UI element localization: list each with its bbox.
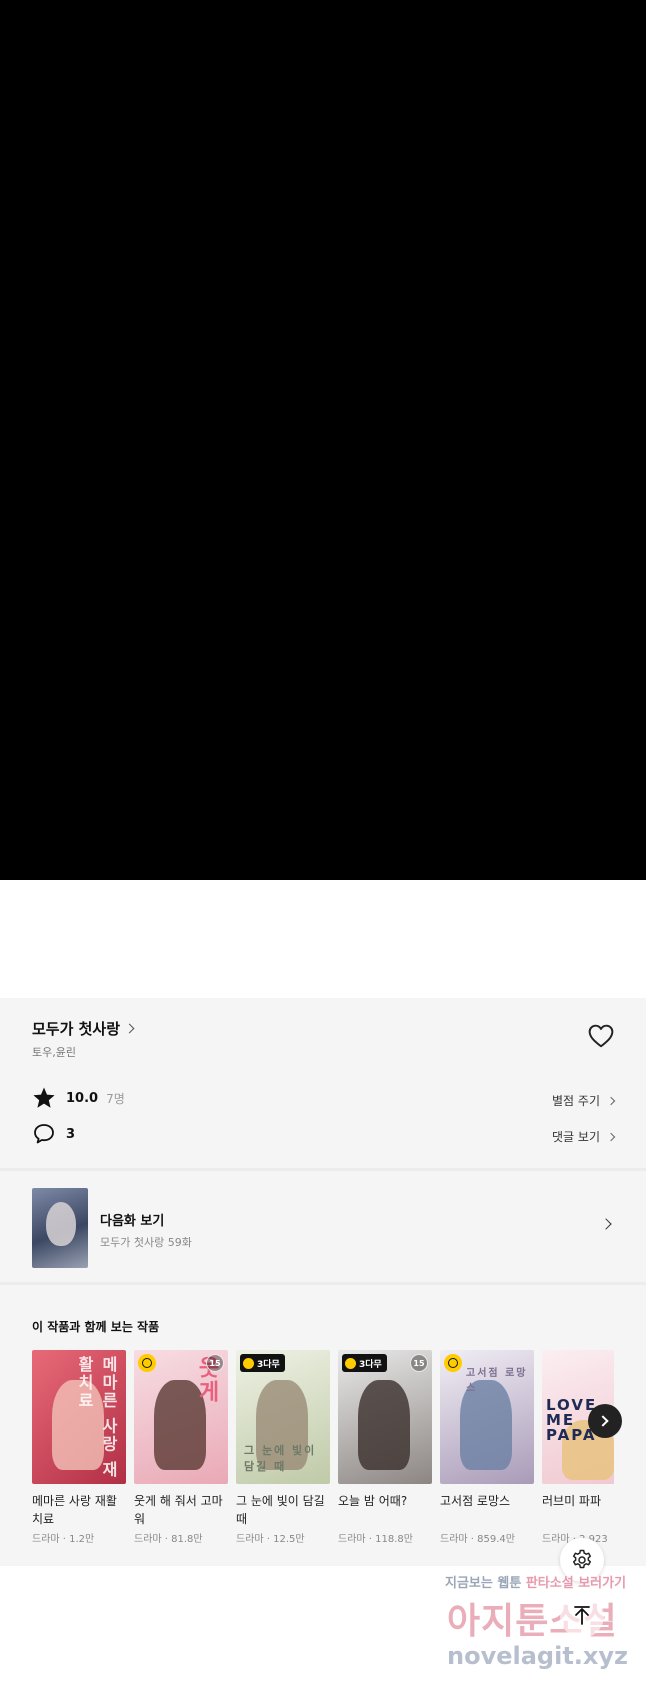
recommendations-heading: 이 작품과 함께 보는 작품 — [32, 1320, 160, 1334]
recommendation-item[interactable]: LOVE ME PAPA 러브미 파파 드라마 · 2,923 — [542, 1350, 614, 1545]
next-episode-subtitle: 모두가 첫사랑 59화 — [100, 1236, 192, 1249]
rate-button-label: 별점 주기 — [552, 1094, 600, 1108]
cover-title: 메마른 사랑 재활치료 — [75, 1356, 118, 1480]
series-title-link[interactable]: 모두가 첫사랑 — [32, 1018, 135, 1039]
recommendation-meta: 드라마 · 118.8만 — [338, 1534, 413, 1545]
recommendation-item[interactable]: 웃게 15 웃게 해 줘서 고마워 드라마 · 81.8만 — [134, 1350, 228, 1545]
view-comments-label: 댓글 보기 — [552, 1130, 600, 1144]
comment-count: 3 — [66, 1126, 76, 1142]
recommendation-cover: 웃게 15 — [134, 1350, 228, 1484]
recommendation-title: 오늘 밤 어때? — [338, 1494, 408, 1508]
recommendation-item[interactable]: 그 눈에 빛이 담길 때 3다무 그 눈에 빛이 담길 때 드라마 · 12.5… — [236, 1350, 330, 1545]
comment-icon — [34, 1124, 54, 1144]
arrow-up-icon — [574, 1606, 590, 1625]
recommendation-item[interactable]: 3다무 15 오늘 밤 어때? 드라마 · 118.8만 — [338, 1350, 432, 1545]
cover-figure — [358, 1380, 410, 1470]
chevron-right-icon — [124, 1023, 135, 1034]
view-comments-button[interactable]: 댓글 보기 — [552, 1128, 616, 1145]
watermark-line3: novelagit.xyz — [447, 1642, 629, 1670]
recommendation-cover: 고서점 로망스 — [440, 1350, 534, 1484]
episode-info-panel: 모두가 첫사랑 토우,윤린 10.0 7명 별점 주기 3 댓글 보기 다음화 … — [0, 998, 646, 1566]
series-author: 토우,윤린 — [32, 1046, 76, 1059]
recommendation-cover: 3다무 15 — [338, 1350, 432, 1484]
comment-summary: 3 — [32, 1122, 75, 1146]
clock-badge-icon — [138, 1354, 156, 1372]
recommendation-title: 메마른 사랑 재활치료 — [32, 1494, 117, 1526]
chevron-right-icon — [600, 1218, 612, 1230]
episode-image — [0, 0, 646, 880]
watermark-line1: 지금보는 웹툰 판타소설 보러가기 — [445, 1576, 627, 1591]
cover-title: 그 눈에 빛이 담길 때 — [244, 1444, 317, 1473]
recommendation-title: 고서점 로망스 — [440, 1494, 511, 1508]
recommendation-title: 그 눈에 빛이 담길 때 — [236, 1494, 325, 1526]
recommendation-meta: 드라마 · 12.5만 — [236, 1534, 305, 1545]
recommendation-title: 러브미 파파 — [542, 1494, 602, 1508]
divider — [0, 1282, 646, 1285]
clock-badge-icon — [444, 1354, 462, 1372]
gear-icon — [572, 1549, 592, 1569]
cover-title: 고서점 로망스 — [466, 1368, 528, 1394]
rating-score: 10.0 — [66, 1090, 99, 1106]
chevron-right-icon — [606, 1132, 616, 1141]
recommendation-meta: 드라마 · 859.4만 — [440, 1534, 515, 1545]
rating-count: 7명 — [106, 1091, 125, 1106]
recommendation-meta: 드라마 · 81.8만 — [134, 1534, 203, 1545]
recommendation-meta: 드라마 · 1.2만 — [32, 1534, 95, 1545]
recommendation-title: 웃게 해 줘서 고마워 — [134, 1494, 223, 1526]
scroll-to-top-button[interactable] — [560, 1594, 604, 1638]
chevron-right-icon — [606, 1096, 616, 1105]
series-title: 모두가 첫사랑 — [32, 1020, 121, 1038]
recommendation-item[interactable]: 메마른 사랑 재활치료 메마른 사랑 재활치료 드라마 · 1.2만 — [32, 1350, 126, 1545]
next-episode-button[interactable]: 다음화 보기 모두가 첫사랑 59화 — [0, 1170, 646, 1282]
next-episode-thumbnail — [32, 1188, 88, 1268]
star-icon — [33, 1087, 55, 1108]
chevron-right-icon — [597, 1415, 609, 1427]
rating-summary: 10.0 7명 — [32, 1086, 125, 1110]
recommendation-cover: 메마른 사랑 재활치료 — [32, 1350, 126, 1484]
three-hour-free-badge: 3다무 — [342, 1354, 387, 1372]
heart-icon[interactable] — [588, 1024, 614, 1048]
watermark: 지금보는 웹툰 판타소설 보러가기 아지툰소설 novelagit.xyz — [445, 1572, 645, 1680]
age-15-badge: 15 — [410, 1354, 428, 1372]
recommendation-item[interactable]: 고서점 로망스 고서점 로망스 드라마 · 859.4만 — [440, 1350, 534, 1545]
recommendations-carousel: 메마른 사랑 재활치료 메마른 사랑 재활치료 드라마 · 1.2만 웃게 15… — [32, 1350, 614, 1550]
three-hour-free-badge: 3다무 — [240, 1354, 285, 1372]
rate-button[interactable]: 별점 주기 — [552, 1092, 616, 1109]
recommendation-cover: 그 눈에 빛이 담길 때 3다무 — [236, 1350, 330, 1484]
carousel-next-button[interactable] — [588, 1404, 622, 1438]
age-15-badge: 15 — [206, 1354, 224, 1372]
next-episode-label: 다음화 보기 — [100, 1214, 165, 1229]
